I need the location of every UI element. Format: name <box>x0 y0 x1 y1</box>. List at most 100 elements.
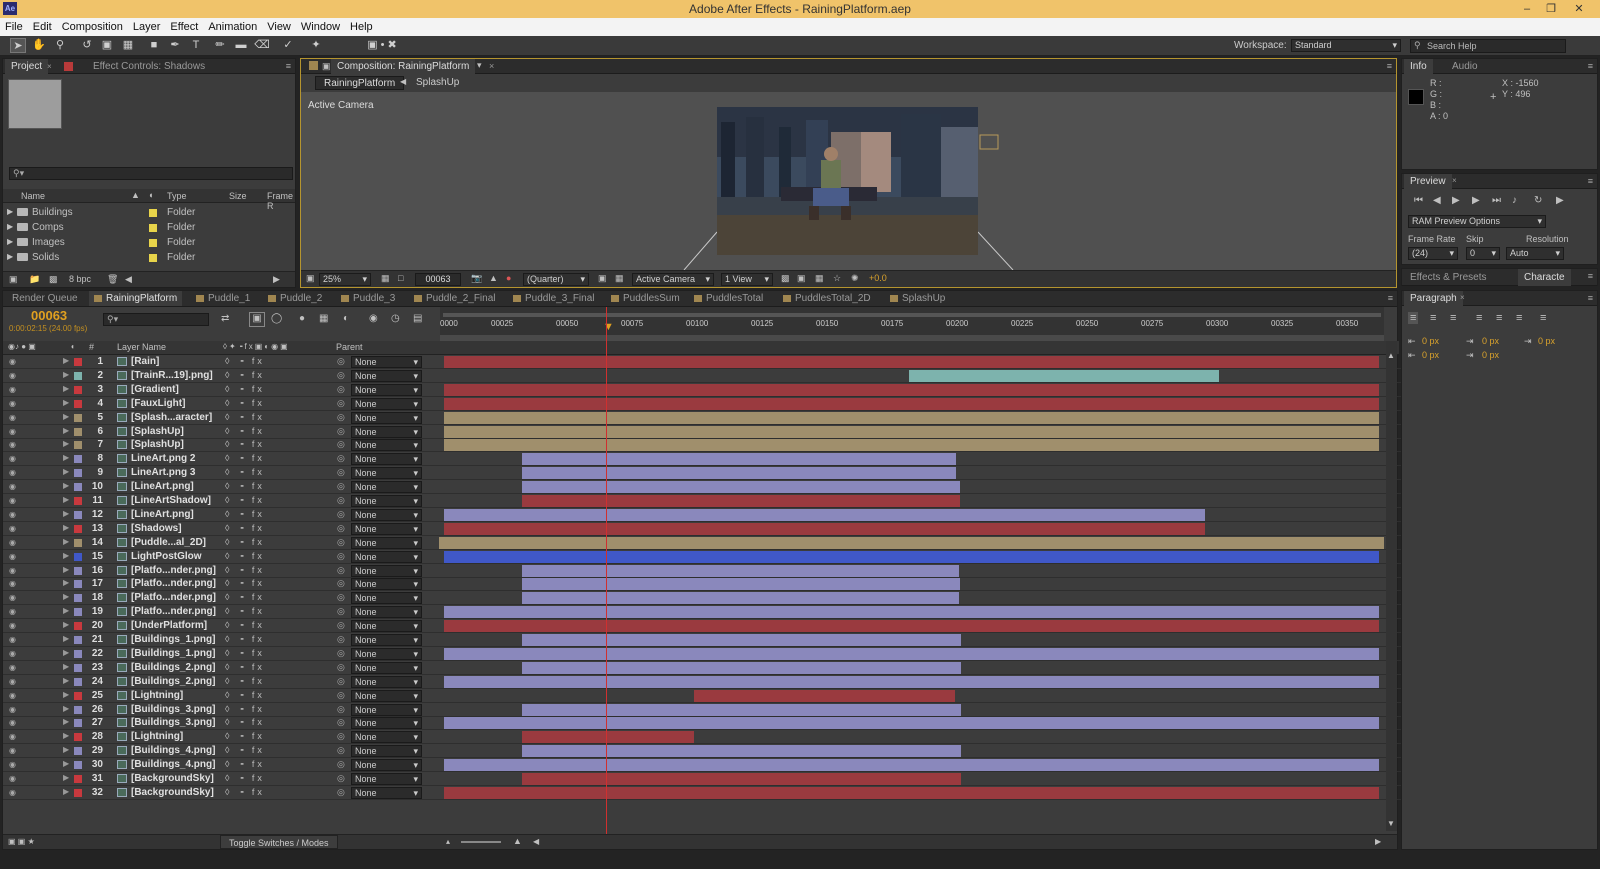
label-color-swatch[interactable] <box>74 510 82 519</box>
justify-last-right-icon[interactable]: ≡ <box>1516 312 1522 324</box>
parent-select[interactable]: None <box>351 425 422 438</box>
twirl-arrow-icon[interactable]: ▶ <box>63 717 69 726</box>
always-preview-icon[interactable]: ▣ <box>306 273 315 284</box>
layer-duration-bar[interactable] <box>521 634 962 646</box>
label-color-swatch[interactable] <box>74 469 82 478</box>
label-color-swatch[interactable] <box>74 566 82 575</box>
parent-select[interactable]: None <box>351 634 422 646</box>
layer-switches-icons[interactable]: ◊ ╺ fx <box>225 648 265 659</box>
table-row[interactable]: ◉ ▶ 7 [SplashUp] ◊ ╺ fx ◎ None <box>3 438 1401 453</box>
tab-raining-platform[interactable]: RainingPlatform <box>89 291 183 306</box>
close-window-button[interactable]: ✕ <box>1568 0 1590 18</box>
live-update-icon[interactable]: ▣ <box>249 312 265 327</box>
roto-brush-tool-icon[interactable]: ✓ <box>280 38 296 53</box>
graph-editor-icon[interactable]: ▤ <box>413 313 422 324</box>
label-color-swatch[interactable] <box>74 427 82 436</box>
tab-puddle-2[interactable]: Puddle_2 <box>263 291 327 306</box>
table-row[interactable]: ◉ ▶ 4 [FauxLight] ◊ ╺ fx ◎ None <box>3 397 1401 411</box>
scroll-down-icon[interactable]: ▼ <box>1387 819 1395 828</box>
table-row[interactable]: ◉ ▶ 23 [Buildings_2.png] ◊ ╺ fx ◎ None <box>3 661 1401 675</box>
pen-tool-icon[interactable]: ✒ <box>167 38 183 53</box>
layer-name[interactable]: [SplashUp] <box>131 426 184 437</box>
twirl-arrow-icon[interactable]: ▶ <box>63 356 69 365</box>
layer-name[interactable]: [UnderPlatform] <box>131 620 207 631</box>
twirl-arrow-icon[interactable]: ▶ <box>63 759 69 768</box>
scroll-left-icon[interactable]: ◀ <box>533 837 539 846</box>
layer-duration-bar[interactable] <box>444 620 1379 633</box>
pick-whip-icon[interactable]: ◎ <box>337 634 345 645</box>
twirl-arrow-icon[interactable]: ▶ <box>63 787 69 796</box>
layer-duration-bar[interactable] <box>521 731 694 744</box>
table-row[interactable]: ◉ ▶ 8 LineArt.png 2 ◊ ╺ fx ◎ None <box>3 452 1401 467</box>
scroll-left-icon[interactable]: ◀ <box>125 274 132 285</box>
pick-whip-icon[interactable]: ◎ <box>337 773 345 784</box>
frame-rate-select[interactable]: (24) <box>1408 247 1458 260</box>
tab-paragraph[interactable]: Paragraph <box>1404 291 1463 306</box>
hand-tool-icon[interactable]: ✋ <box>31 38 47 53</box>
tab-puddles-total[interactable]: PuddlesTotal <box>689 291 768 306</box>
eye-icon[interactable]: ◉ <box>9 621 16 630</box>
scroll-right-icon[interactable]: ▶ <box>273 274 280 285</box>
current-time-display[interactable]: 00063 <box>31 308 67 323</box>
menu-animation[interactable]: Animation <box>203 18 262 36</box>
parent-select[interactable]: None <box>351 592 422 605</box>
current-time-field[interactable]: 00063 <box>415 273 461 286</box>
eye-icon[interactable]: ◉ <box>9 468 16 477</box>
eye-icon[interactable]: ◉ <box>9 732 16 741</box>
label-color-swatch[interactable] <box>74 552 82 561</box>
label-color-swatch[interactable] <box>74 371 82 380</box>
twirl-arrow-icon[interactable]: ▶ <box>63 398 69 407</box>
col-layer-name[interactable]: Layer Name <box>117 342 166 352</box>
layer-duration-bar[interactable] <box>444 786 1379 799</box>
pick-whip-icon[interactable]: ◎ <box>337 662 345 673</box>
pick-whip-icon[interactable]: ◎ <box>337 495 345 506</box>
layer-switches-icons[interactable]: ◊ ╺ fx <box>225 676 265 687</box>
eye-icon[interactable]: ◉ <box>9 524 16 533</box>
layer-duration-bar[interactable] <box>444 522 1206 535</box>
menu-effect[interactable]: Effect <box>165 18 203 36</box>
layer-duration-bar[interactable] <box>521 481 961 494</box>
eye-icon[interactable]: ◉ <box>9 663 16 672</box>
layer-duration-bar[interactable] <box>444 550 1379 563</box>
table-row[interactable]: ◉ ▶ 32 [BackgroundSky] ◊ ╺ fx ◎ None <box>3 786 1401 800</box>
pick-whip-icon[interactable]: ◎ <box>337 370 345 381</box>
layer-switches-icons[interactable]: ◊ ╺ fx <box>225 773 265 784</box>
layer-switches-icons[interactable]: ◊ ╺ fx <box>225 634 265 645</box>
parent-select[interactable]: None <box>351 397 422 410</box>
last-frame-icon[interactable]: ⏭ <box>1492 195 1501 206</box>
twirl-arrow-icon[interactable]: ▶ <box>63 690 69 699</box>
eye-icon[interactable]: ◉ <box>9 579 16 588</box>
parent-select[interactable]: None <box>351 564 422 577</box>
expand-arrow-icon[interactable]: ▶ <box>7 207 13 216</box>
menu-window[interactable]: Window <box>296 18 345 36</box>
table-row[interactable]: ◉ ▶ 11 [LineArtShadow] ◊ ╺ fx ◎ None <box>3 494 1401 508</box>
twirl-arrow-icon[interactable]: ▶ <box>63 634 69 643</box>
twirl-arrow-icon[interactable]: ▶ <box>63 495 69 504</box>
layer-switches-icons[interactable]: ◊ ╺ fx <box>225 759 265 770</box>
table-row[interactable]: ◉ ▶ 5 [Splash...aracter] ◊ ╺ fx ◎ None <box>3 411 1401 425</box>
col-name[interactable]: Name <box>21 191 45 201</box>
table-row[interactable]: ◉ ▶ 27 [Buildings_3.png] ◊ ╺ fx ◎ None <box>3 716 1401 731</box>
tab-puddle-1[interactable]: Puddle_1 <box>191 291 255 306</box>
table-row[interactable]: ◉ ▶ 13 [Shadows] ◊ ╺ fx ◎ None <box>3 522 1401 536</box>
layer-switches-icons[interactable]: ◊ ╺ fx <box>225 398 265 409</box>
pick-whip-icon[interactable]: ◎ <box>337 759 345 770</box>
eye-icon[interactable]: ◉ <box>9 607 16 616</box>
col-type[interactable]: Type <box>167 191 187 201</box>
resolution-select[interactable]: (Quarter) <box>523 273 589 286</box>
eye-icon[interactable]: ◉ <box>9 718 16 727</box>
twirl-arrow-icon[interactable]: ▶ <box>63 648 69 657</box>
indent-right-value[interactable]: 0 px <box>1482 336 1499 346</box>
table-row[interactable]: ◉ ▶ 3 [Gradient] ◊ ╺ fx ◎ None <box>3 383 1401 397</box>
parent-select[interactable]: None <box>351 356 422 368</box>
space-after-value[interactable]: 0 px <box>1482 350 1499 360</box>
tab-composition[interactable]: Composition: RainingPlatform <box>331 59 476 74</box>
twirl-arrow-icon[interactable]: ▶ <box>63 606 69 615</box>
work-area-bar[interactable] <box>443 313 1381 317</box>
pick-whip-icon[interactable]: ◎ <box>337 717 345 728</box>
twirl-arrow-icon[interactable]: ▶ <box>63 537 69 546</box>
label-color-swatch[interactable] <box>74 705 82 714</box>
twirl-arrow-icon[interactable]: ▶ <box>63 384 69 393</box>
layer-duration-bar[interactable] <box>521 564 960 577</box>
new-composition-icon[interactable]: ▩ <box>49 274 58 285</box>
